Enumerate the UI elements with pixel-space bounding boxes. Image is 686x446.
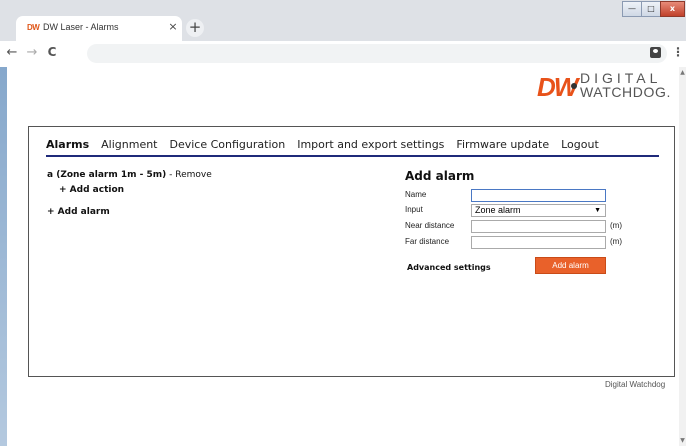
alarm-list: a (Zone alarm 1m - 5m) - Remove + Add ac… [47,169,377,217]
reload-icon[interactable]: C [44,45,60,59]
tab-title: DW Laser - Alarms [43,22,119,32]
near-distance-label: Near distance [405,221,455,230]
far-distance-label: Far distance [405,237,450,246]
browser-toolbar: ← → C ⋮ [0,41,686,67]
dropdown-caret-icon: ▼ [594,207,601,214]
address-bar[interactable] [87,44,667,63]
menu-item-alarms[interactable]: Alarms [46,137,89,155]
page-content: DW DIGITAL WATCHDOG. Alarms Alignment De… [7,67,679,446]
far-distance-input[interactable] [471,236,606,249]
main-panel: Alarms Alignment Device Configuration Im… [28,126,675,377]
logo-dot-icon [571,83,577,89]
profile-icon[interactable] [650,47,661,58]
add-alarm-button[interactable]: Add alarm [535,257,606,274]
close-tab-icon[interactable]: × [166,20,180,33]
add-alarm-link[interactable]: + Add alarm [47,207,110,217]
menu-item-import-export[interactable]: Import and export settings [297,137,444,155]
near-distance-input[interactable] [471,220,606,233]
new-tab-button[interactable]: + [186,19,204,37]
far-distance-unit: (m) [610,237,622,246]
footer-text: Digital Watchdog [605,380,666,389]
maximize-button[interactable]: □ [641,1,661,17]
alarm-entry: a (Zone alarm 1m - 5m) - Remove [47,169,377,181]
back-arrow-icon[interactable]: ← [4,45,20,60]
forward-arrow-icon[interactable]: → [24,45,40,60]
menu-item-firmware-update[interactable]: Firmware update [456,137,549,155]
scroll-up-icon[interactable]: ▲ [679,69,686,76]
menu-item-logout[interactable]: Logout [561,137,599,155]
menu-item-alignment[interactable]: Alignment [101,137,157,155]
add-alarm-form: Add alarm Name Input Zone alarm ▼ Near d… [405,169,645,274]
main-menu: Alarms Alignment Device Configuration Im… [46,137,659,157]
remove-alarm-link[interactable]: Remove [175,170,212,180]
page-scrollbar[interactable]: ▲ ▼ [679,67,686,446]
scroll-down-icon[interactable]: ▼ [679,437,686,444]
minimize-button[interactable]: — [622,1,642,17]
near-distance-unit: (m) [610,221,622,230]
name-input[interactable] [471,189,606,202]
close-window-button[interactable]: x [660,1,685,17]
input-select-value: Zone alarm [475,205,521,215]
window-controls: — □ x [622,1,686,18]
logo-text-line2: WATCHDOG. [580,84,671,100]
input-label: Input [405,205,423,214]
name-label: Name [405,190,427,199]
browser-chrome: DW DW Laser - Alarms × + — □ x ← → C ⋮ [0,0,686,67]
digital-watchdog-logo: DW DIGITAL WATCHDOG. [537,70,677,102]
alarm-entry-separator: - [166,170,176,180]
favicon-icon: DW [27,23,40,32]
add-action-link[interactable]: + Add action [59,185,124,195]
alarm-entry-label: a (Zone alarm 1m - 5m) [47,170,167,180]
input-select[interactable]: Zone alarm ▼ [471,204,606,217]
menu-item-device-configuration[interactable]: Device Configuration [170,137,286,155]
form-title: Add alarm [405,169,475,183]
browser-menu-icon[interactable]: ⋮ [672,45,684,59]
advanced-settings-link[interactable]: Advanced settings [407,263,491,272]
browser-tab[interactable]: DW DW Laser - Alarms × [16,16,182,41]
